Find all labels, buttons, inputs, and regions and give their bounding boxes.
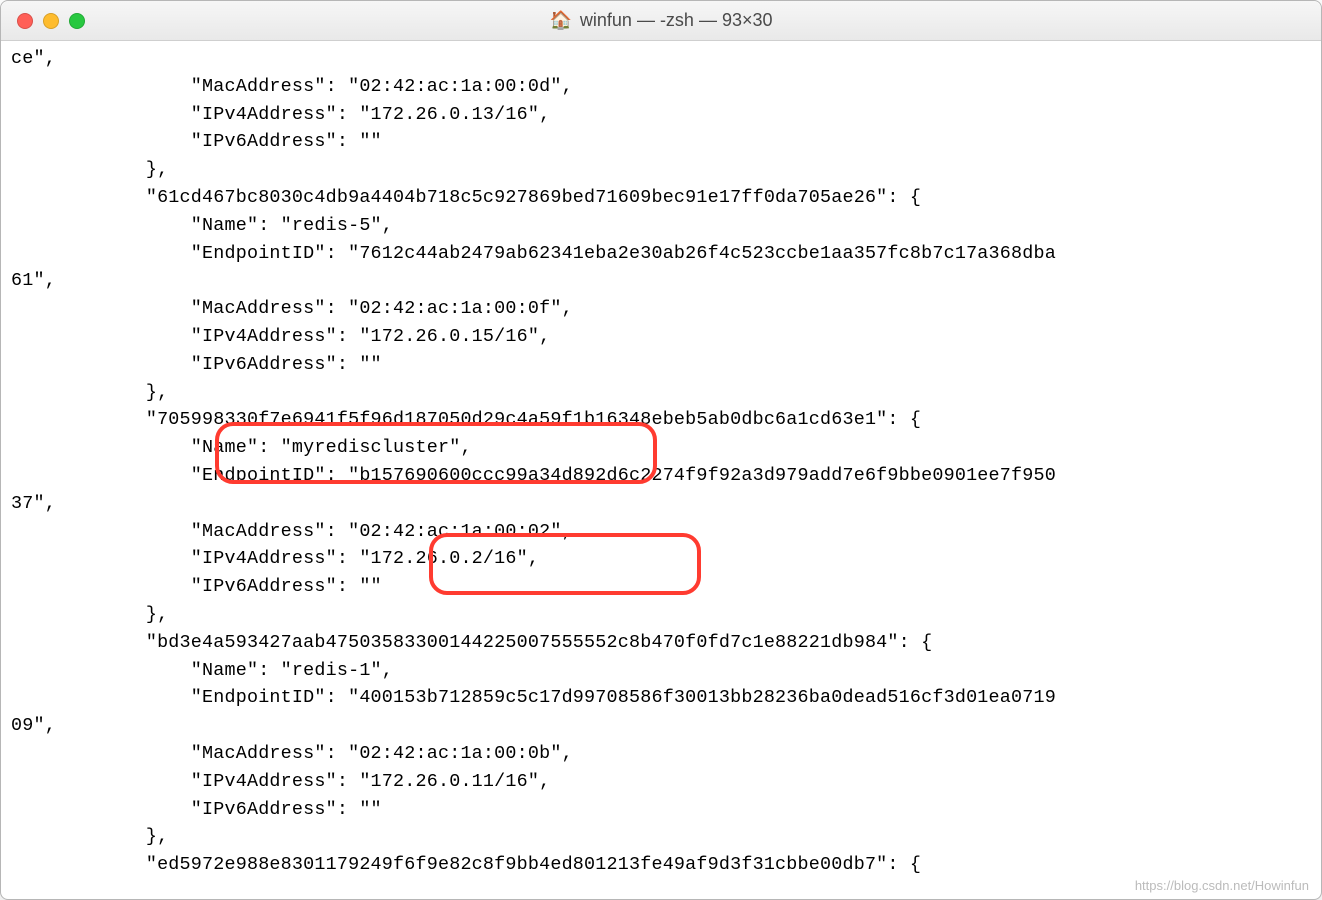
terminal-line: "IPv6Address": "" (11, 799, 382, 820)
terminal-line: "IPv4Address": "172.26.0.13/16", (11, 104, 550, 125)
terminal-line: "EndpointID": "b157690600ccc99a34d892d6c… (11, 465, 1056, 486)
titlebar[interactable]: 🏠 winfun — -zsh — 93×30 (1, 1, 1321, 41)
terminal-line: "IPv6Address": "" (11, 131, 382, 152)
terminal-line: "ed5972e988e8301179249f6f9e82c8f9bb4ed80… (11, 854, 921, 875)
terminal-line: "MacAddress": "02:42:ac:1a:00:02", (11, 521, 573, 542)
minimize-icon[interactable] (43, 13, 59, 29)
terminal-line: "EndpointID": "400153b712859c5c17d997085… (11, 687, 1056, 708)
terminal-line: "IPv4Address": "172.26.0.11/16", (11, 771, 550, 792)
terminal-line: "Name": "redis-5", (11, 215, 393, 236)
zoom-icon[interactable] (69, 13, 85, 29)
terminal-line: "IPv6Address": "" (11, 576, 382, 597)
terminal-content[interactable]: ce", "MacAddress": "02:42:ac:1a:00:0d", … (1, 41, 1321, 899)
terminal-line: ce", (11, 48, 56, 69)
terminal-line: }, (11, 604, 168, 625)
terminal-line: 09", (11, 715, 56, 736)
home-icon: 🏠 (549, 10, 571, 31)
terminal-line: "61cd467bc8030c4db9a4404b718c5c927869bed… (11, 187, 921, 208)
terminal-line: "EndpointID": "7612c44ab2479ab62341eba2e… (11, 243, 1056, 264)
terminal-line: }, (11, 159, 168, 180)
terminal-window: 🏠 winfun — -zsh — 93×30 ce", "MacAddress… (0, 0, 1322, 900)
terminal-line: "IPv6Address": "" (11, 354, 382, 375)
terminal-line: }, (11, 382, 168, 403)
window-title: 🏠 winfun — -zsh — 93×30 (1, 10, 1321, 31)
terminal-line: 61", (11, 270, 56, 291)
terminal-line: "IPv4Address": "172.26.0.2/16", (11, 548, 539, 569)
terminal-output[interactable]: ce", "MacAddress": "02:42:ac:1a:00:0d", … (1, 41, 1321, 899)
terminal-line: "Name": "myrediscluster", (11, 437, 472, 458)
close-icon[interactable] (17, 13, 33, 29)
terminal-line: "MacAddress": "02:42:ac:1a:00:0f", (11, 298, 573, 319)
window-title-text: winfun — -zsh — 93×30 (580, 10, 773, 31)
terminal-line: "MacAddress": "02:42:ac:1a:00:0b", (11, 743, 573, 764)
traffic-lights (1, 13, 85, 29)
terminal-line: }, (11, 826, 168, 847)
terminal-line: 37", (11, 493, 56, 514)
terminal-line: "MacAddress": "02:42:ac:1a:00:0d", (11, 76, 573, 97)
terminal-line: "IPv4Address": "172.26.0.15/16", (11, 326, 550, 347)
terminal-line: "bd3e4a593427aab475035833001442250075555… (11, 632, 932, 653)
terminal-line: "Name": "redis-1", (11, 660, 393, 681)
terminal-line: "705998330f7e6941f5f96d187050d29c4a59f1b… (11, 409, 921, 430)
